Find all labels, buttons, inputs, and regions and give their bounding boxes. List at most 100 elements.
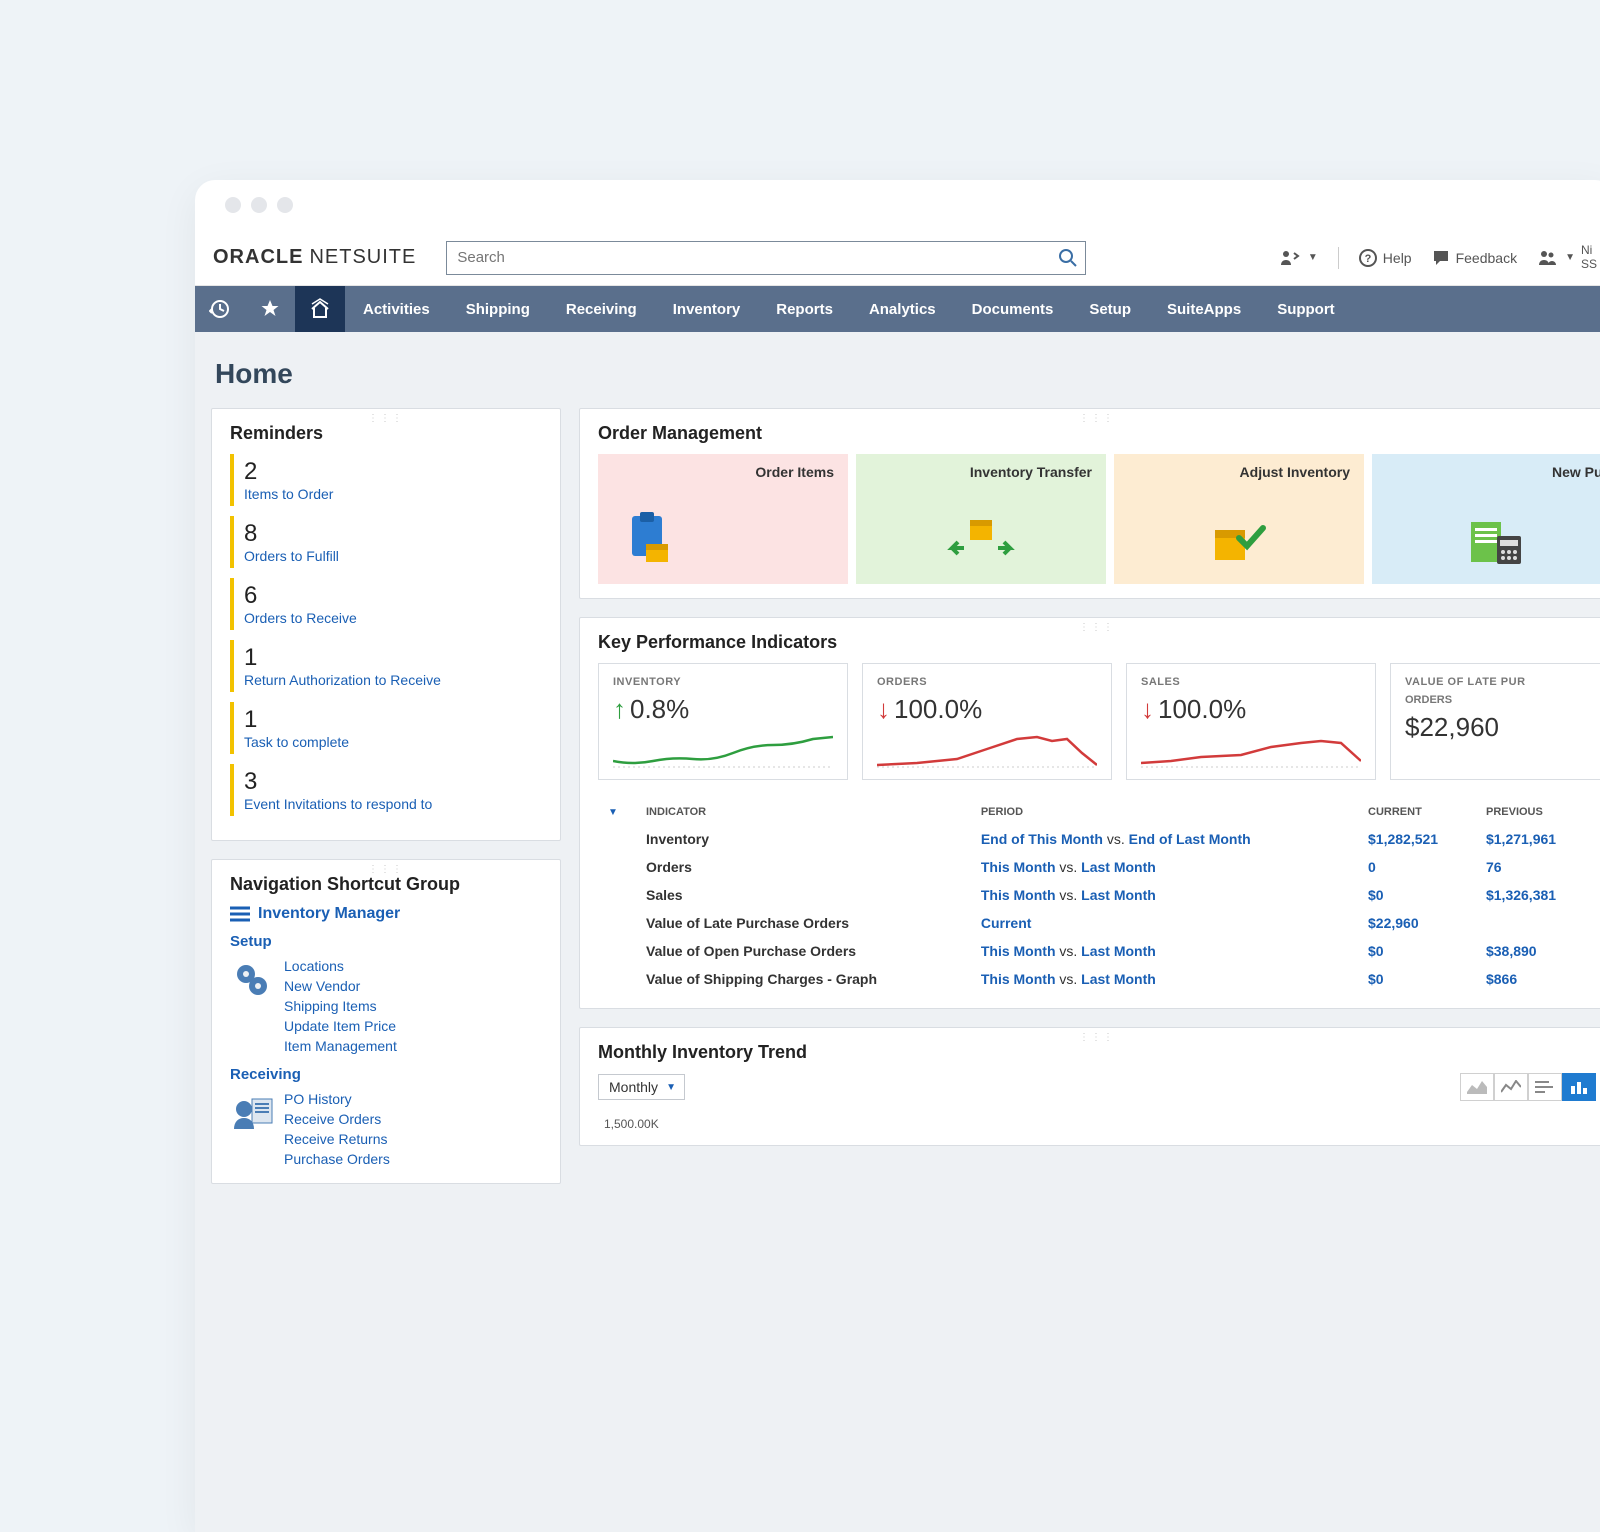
inventory-manager-link[interactable]: Inventory Manager: [230, 905, 542, 923]
reminder-label[interactable]: Orders to Receive: [244, 610, 542, 626]
reminder-item[interactable]: 1Return Authorization to Receive: [230, 640, 542, 692]
nav-activities[interactable]: Activities: [345, 286, 448, 332]
th-current: CURRENT: [1360, 800, 1476, 824]
chart-type-area-icon[interactable]: [1460, 1073, 1494, 1101]
cell-current[interactable]: $1,282,521: [1360, 826, 1476, 852]
tile-adjust-inventory[interactable]: Adjust Inventory: [1114, 454, 1364, 584]
global-search[interactable]: [446, 241, 1086, 275]
drag-handle-icon[interactable]: ⋮⋮⋮: [368, 864, 404, 875]
reminder-item[interactable]: 3Event Invitations to respond to: [230, 764, 542, 816]
period-link[interactable]: This Month: [981, 943, 1056, 959]
reminder-item[interactable]: 8Orders to Fulfill: [230, 516, 542, 568]
nav-setup[interactable]: Setup: [1071, 286, 1149, 332]
period-link[interactable]: This Month: [981, 887, 1056, 903]
user-menu[interactable]: ▼ Ni SS: [1537, 244, 1597, 270]
kpi-card-inventory[interactable]: INVENTORY↑0.8%: [598, 663, 848, 780]
drag-handle-icon[interactable]: ⋮⋮⋮: [368, 413, 404, 424]
cell-previous[interactable]: 76: [1478, 854, 1594, 880]
favorites-icon[interactable]: [245, 286, 295, 332]
search-input[interactable]: [446, 241, 1086, 275]
cell-current[interactable]: $0: [1360, 882, 1476, 908]
trend-card: ⋮⋮⋮ Monthly Inventory Trend Monthly: [579, 1027, 1600, 1146]
shortcut-link[interactable]: PO History: [284, 1089, 390, 1109]
drag-handle-icon[interactable]: ⋮⋮⋮: [1079, 1032, 1115, 1043]
trend-period-dropdown[interactable]: Monthly: [598, 1074, 685, 1100]
drag-handle-icon[interactable]: ⋮⋮⋮: [1079, 622, 1115, 633]
cell-previous[interactable]: $1,271,961: [1478, 826, 1594, 852]
home-icon[interactable]: [295, 286, 345, 332]
sort-icon[interactable]: ▼: [608, 807, 618, 818]
kpi-card-value-of-late-pur[interactable]: VALUE OF LATE PURORDERS$22,960: [1390, 663, 1600, 780]
shortcut-link[interactable]: Receive Orders: [284, 1109, 390, 1129]
window-dot: [251, 197, 267, 213]
shortcut-link[interactable]: Update Item Price: [284, 1016, 397, 1036]
cell-current[interactable]: 0: [1360, 854, 1476, 880]
reminder-label[interactable]: Items to Order: [244, 486, 542, 502]
th-previous: PREVIOUS: [1478, 800, 1594, 824]
help-link[interactable]: ? Help: [1359, 249, 1412, 267]
shortcut-link[interactable]: Purchase Orders: [284, 1149, 390, 1169]
cell-previous[interactable]: $866: [1478, 966, 1594, 992]
reminder-count: 1: [244, 706, 542, 734]
period-link[interactable]: This Month: [981, 859, 1056, 875]
cell-previous[interactable]: $1,326,381: [1478, 882, 1594, 908]
search-icon[interactable]: [1058, 248, 1078, 268]
period-link[interactable]: End of Last Month: [1129, 831, 1251, 847]
cell-period: This Month vs. Last Month: [973, 966, 1358, 992]
arrow-down-icon: ↓: [1141, 694, 1154, 725]
shortcut-link[interactable]: Locations: [284, 956, 397, 976]
shortcut-link[interactable]: Item Management: [284, 1036, 397, 1056]
reminder-label[interactable]: Orders to Fulfill: [244, 548, 542, 564]
nav-reports[interactable]: Reports: [758, 286, 851, 332]
shortcut-link[interactable]: New Vendor: [284, 976, 397, 996]
help-label: Help: [1383, 250, 1412, 266]
period-link[interactable]: End of This Month: [981, 831, 1103, 847]
table-row: SalesThis Month vs. Last Month$0$1,326,3…: [600, 882, 1594, 908]
reminder-item[interactable]: 2Items to Order: [230, 454, 542, 506]
role-switcher-icon[interactable]: ▼: [1280, 249, 1318, 267]
tile-new-purchase[interactable]: New Pur: [1372, 454, 1600, 584]
period-link[interactable]: This Month: [981, 971, 1056, 987]
period-link[interactable]: Last Month: [1081, 887, 1156, 903]
separator: [1338, 247, 1339, 269]
nav-support[interactable]: Support: [1259, 286, 1353, 332]
primary-nav: ActivitiesShippingReceivingInventoryRepo…: [195, 286, 1600, 332]
period-link[interactable]: Current: [981, 915, 1032, 931]
recent-icon[interactable]: [195, 286, 245, 332]
nav-receiving[interactable]: Receiving: [548, 286, 655, 332]
cell-previous[interactable]: [1478, 910, 1594, 936]
nav-inventory[interactable]: Inventory: [655, 286, 759, 332]
reminder-item[interactable]: 1Task to complete: [230, 702, 542, 754]
cell-current[interactable]: $0: [1360, 966, 1476, 992]
period-link[interactable]: Last Month: [1081, 943, 1156, 959]
tile-order-items[interactable]: Order Items: [598, 454, 848, 584]
sparkline: [613, 731, 833, 771]
chart-type-bar-icon[interactable]: [1562, 1073, 1596, 1101]
period-link[interactable]: Last Month: [1081, 971, 1156, 987]
reminder-label[interactable]: Event Invitations to respond to: [244, 796, 542, 812]
tile-label: Inventory Transfer: [970, 464, 1092, 480]
cell-current[interactable]: $22,960: [1360, 910, 1476, 936]
reminder-item[interactable]: 6Orders to Receive: [230, 578, 542, 630]
tile-inventory-transfer[interactable]: Inventory Transfer: [856, 454, 1106, 584]
nav-shipping[interactable]: Shipping: [448, 286, 548, 332]
kpi-card-sales[interactable]: SALES↓100.0%: [1126, 663, 1376, 780]
cell-current[interactable]: $0: [1360, 938, 1476, 964]
table-row: InventoryEnd of This Month vs. End of La…: [600, 826, 1594, 852]
reminder-label[interactable]: Task to complete: [244, 734, 542, 750]
nav-suiteapps[interactable]: SuiteApps: [1149, 286, 1259, 332]
kpi-card-orders[interactable]: ORDERS↓100.0%: [862, 663, 1112, 780]
window-dot: [277, 197, 293, 213]
shortcut-link[interactable]: Receive Returns: [284, 1129, 390, 1149]
reminder-label[interactable]: Return Authorization to Receive: [244, 672, 542, 688]
chart-type-list-icon[interactable]: [1528, 1073, 1562, 1101]
cell-previous[interactable]: $38,890: [1478, 938, 1594, 964]
period-link[interactable]: Last Month: [1081, 859, 1156, 875]
drag-handle-icon[interactable]: ⋮⋮⋮: [1079, 413, 1115, 424]
nav-analytics[interactable]: Analytics: [851, 286, 954, 332]
nav-documents[interactable]: Documents: [954, 286, 1072, 332]
feedback-link[interactable]: Feedback: [1432, 249, 1517, 267]
chart-type-line-icon[interactable]: [1494, 1073, 1528, 1101]
shortcut-link[interactable]: Shipping Items: [284, 996, 397, 1016]
order-management-title: Order Management: [598, 423, 1596, 444]
